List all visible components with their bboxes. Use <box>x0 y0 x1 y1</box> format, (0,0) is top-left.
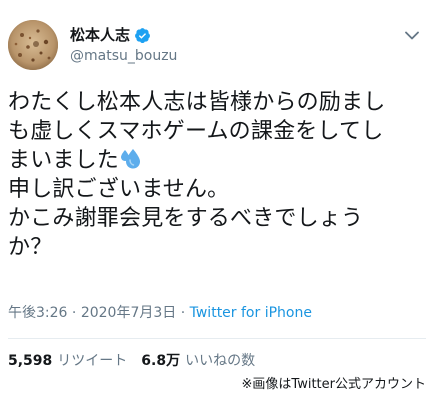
tweet-line-6: か？ <box>8 235 53 260</box>
divider <box>8 338 426 339</box>
likes-label: いいねの数 <box>185 353 256 369</box>
user-handle[interactable]: @matsu_bouzu <box>70 47 177 65</box>
tweet-date[interactable]: 2020年7月3日 <box>81 305 176 321</box>
tweet-line-3: まいました <box>8 146 430 175</box>
meta-separator-2: · <box>176 305 190 321</box>
sweat-droplets-icon <box>120 148 144 170</box>
avatar[interactable] <box>8 20 58 70</box>
tweet-card: 松本人志 @matsu_bouzu わたくし松本人志は皆様からの励まし も虚しく… <box>0 0 434 400</box>
tweet-text: わたくし松本人志は皆様からの励まし も虚しくスマホゲームの課金をしてし まいまし… <box>8 88 430 262</box>
avatar-image <box>8 20 58 70</box>
chevron-down-icon[interactable] <box>402 28 422 42</box>
retweets-stat[interactable]: 5,598 リツイート <box>8 352 127 370</box>
tweet-header: 松本人志 @matsu_bouzu <box>8 20 422 70</box>
tweet-line-4: 申し訳ございません。 <box>8 177 230 202</box>
retweets-count: 5,598 <box>8 353 53 369</box>
tweet-line-5: かこみ謝罪会見をするべきでしょう <box>8 206 364 231</box>
tweet-stats: 5,598 リツイート 6.8万 いいねの数 <box>8 352 255 370</box>
user-info: 松本人志 @matsu_bouzu <box>70 25 177 65</box>
verified-badge-icon <box>134 27 151 44</box>
tweet-time[interactable]: 午後3:26 <box>8 305 67 321</box>
likes-count: 6.8万 <box>141 353 181 369</box>
tweet-line-3-text: まいました <box>8 148 120 173</box>
display-name[interactable]: 松本人志 <box>70 25 130 45</box>
tweet-meta: 午後3:26 · 2020年7月3日 · Twitter for iPhone <box>8 304 312 322</box>
likes-stat[interactable]: 6.8万 いいねの数 <box>141 352 255 370</box>
tweet-line-1: わたくし松本人志は皆様からの励まし <box>8 90 386 115</box>
tweet-source-link[interactable]: Twitter for iPhone <box>190 305 312 321</box>
display-name-row: 松本人志 <box>70 25 177 45</box>
retweets-label: リツイート <box>57 353 128 369</box>
image-credit: ※画像はTwitter公式アカウント <box>241 377 426 392</box>
tweet-line-2: も虚しくスマホゲームの課金をしてし <box>8 119 384 144</box>
meta-separator: · <box>67 305 81 321</box>
